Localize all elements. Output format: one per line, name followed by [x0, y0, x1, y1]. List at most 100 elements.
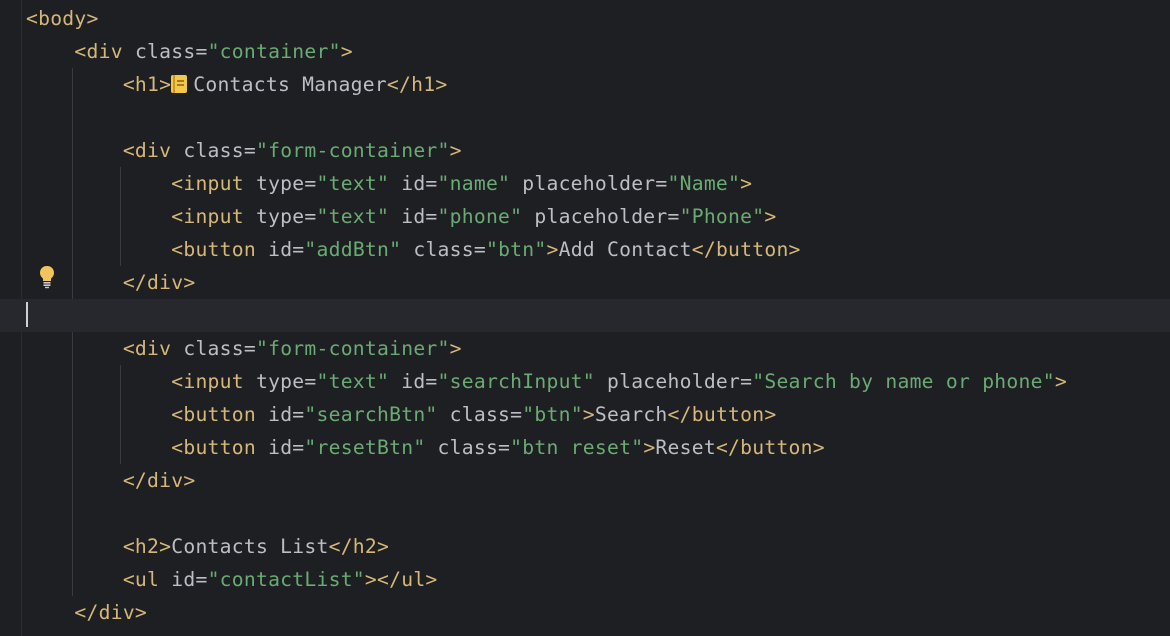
code-token: <h1> — [122, 73, 172, 96]
code-token: <ul — [122, 568, 160, 591]
code-token: class= — [171, 139, 256, 162]
code-token: placeholder= — [510, 172, 668, 195]
code-token: > — [764, 205, 777, 228]
code-line[interactable]: <div class="container"> — [0, 35, 1170, 68]
code-token: "container" — [207, 40, 341, 63]
code-token: type= — [243, 172, 317, 195]
code-line[interactable]: <body> — [0, 2, 1170, 35]
code-token: > — [1054, 370, 1067, 393]
code-line[interactable] — [0, 101, 1170, 134]
code-line[interactable]: <button id="addBtn" class="btn">Add Cont… — [0, 233, 1170, 266]
code-text: <div class="container"> — [26, 35, 353, 68]
code-line[interactable]: <h2>Contacts List</h2> — [0, 530, 1170, 563]
code-token: id= — [255, 238, 305, 261]
code-text: <button id="resetBtn" class="btn reset">… — [26, 431, 825, 464]
code-line[interactable]: <div class="form-container"> — [0, 332, 1170, 365]
code-token: <div — [122, 139, 172, 162]
code-text: <button id="searchBtn" class="btn">Searc… — [26, 398, 776, 431]
code-line[interactable] — [0, 497, 1170, 530]
code-token: <div — [122, 337, 172, 360]
code-token: "btn" — [485, 238, 547, 261]
code-token: </button> — [715, 436, 825, 459]
code-token: Contacts Manager — [193, 73, 387, 96]
code-token: > — [546, 238, 559, 261]
code-line[interactable]: <button id="resetBtn" class="btn reset">… — [0, 431, 1170, 464]
code-token: id= — [389, 172, 438, 195]
code-token: "Name" — [667, 172, 741, 195]
code-token: Contacts List — [171, 535, 329, 558]
code-text: <input type="text" id="searchInput" plac… — [26, 365, 1067, 398]
code-line[interactable]: <h1> Contacts Manager</h1> — [0, 68, 1170, 101]
code-token: "text" — [316, 172, 390, 195]
code-token: <button — [171, 403, 256, 426]
intention-bulb-icon[interactable] — [38, 265, 56, 289]
code-token: "btn" — [522, 403, 583, 426]
code-token: <button — [171, 436, 256, 459]
code-line[interactable]: <button id="searchBtn" class="btn">Searc… — [0, 398, 1170, 431]
code-token: "searchInput" — [437, 370, 595, 393]
code-token: ></ul> — [364, 568, 438, 591]
code-token: <input — [171, 172, 244, 195]
code-token: </div> — [122, 271, 196, 294]
code-text: <button id="addBtn" class="btn">Add Cont… — [26, 233, 801, 266]
code-text: <div class="form-container"> — [26, 332, 462, 365]
code-token: </div> — [74, 601, 148, 624]
code-token: </div> — [122, 469, 196, 492]
code-text: </div> — [26, 596, 147, 629]
code-token: "btn reset" — [510, 436, 644, 459]
code-token: class= — [425, 436, 511, 459]
code-token: > — [643, 436, 656, 459]
code-token: </button> — [691, 238, 801, 261]
code-line[interactable] — [0, 299, 1170, 332]
code-line[interactable]: </div> — [0, 464, 1170, 497]
code-token: class= — [171, 337, 256, 360]
code-token: class= — [122, 40, 208, 63]
text-caret — [26, 302, 28, 327]
code-line[interactable]: <input type="text" id="searchInput" plac… — [0, 365, 1170, 398]
code-token: "searchBtn" — [304, 403, 438, 426]
code-token: > — [449, 139, 462, 162]
code-token: class= — [401, 238, 486, 261]
code-editor[interactable]: <body> <div class="container"> <h1> Conta… — [0, 0, 1170, 636]
code-token: type= — [243, 205, 317, 228]
code-text: <body> — [26, 2, 99, 35]
code-line[interactable]: <input type="text" id="name" placeholder… — [0, 167, 1170, 200]
code-token: "text" — [316, 205, 390, 228]
code-token: > — [449, 337, 462, 360]
code-text: <ul id="contactList"></ul> — [26, 563, 438, 596]
code-line[interactable]: <input type="text" id="phone" placeholde… — [0, 200, 1170, 233]
code-token: id= — [389, 205, 438, 228]
code-token: id= — [255, 403, 305, 426]
notebook-emoji-icon — [171, 75, 188, 93]
code-token: "name" — [437, 172, 511, 195]
code-token: </h1> — [386, 73, 448, 96]
code-token: > — [582, 403, 595, 426]
code-token: placeholder= — [594, 370, 753, 393]
code-token: "contactList" — [207, 568, 365, 591]
code-token: Add Contact — [558, 238, 692, 261]
code-line[interactable]: </div> — [0, 266, 1170, 299]
code-text: <h2>Contacts List</h2> — [26, 530, 389, 563]
code-text: <div class="form-container"> — [26, 134, 462, 167]
code-token: > — [340, 40, 353, 63]
code-token: "Search by name or phone" — [752, 370, 1055, 393]
code-text: <input type="text" id="name" placeholder… — [26, 167, 752, 200]
code-text: <input type="text" id="phone" placeholde… — [26, 200, 776, 233]
code-token: <h2> — [122, 535, 172, 558]
code-text: <h1> Contacts Manager</h1> — [26, 68, 447, 101]
code-line[interactable]: <ul id="contactList"></ul> — [0, 563, 1170, 596]
code-line[interactable]: <div class="form-container"> — [0, 134, 1170, 167]
code-token: id= — [159, 568, 208, 591]
code-token: "form-container" — [255, 337, 450, 360]
code-token: "Phone" — [679, 205, 765, 228]
code-token: <input — [171, 370, 244, 393]
code-token: placeholder= — [522, 205, 680, 228]
code-token: "phone" — [437, 205, 523, 228]
code-token: > — [740, 172, 753, 195]
code-token: "addBtn" — [304, 238, 402, 261]
code-token: type= — [243, 370, 317, 393]
code-token: Search — [594, 403, 668, 426]
code-line[interactable]: </div> — [0, 596, 1170, 629]
code-token: <body> — [26, 7, 99, 30]
code-token: <input — [171, 205, 244, 228]
